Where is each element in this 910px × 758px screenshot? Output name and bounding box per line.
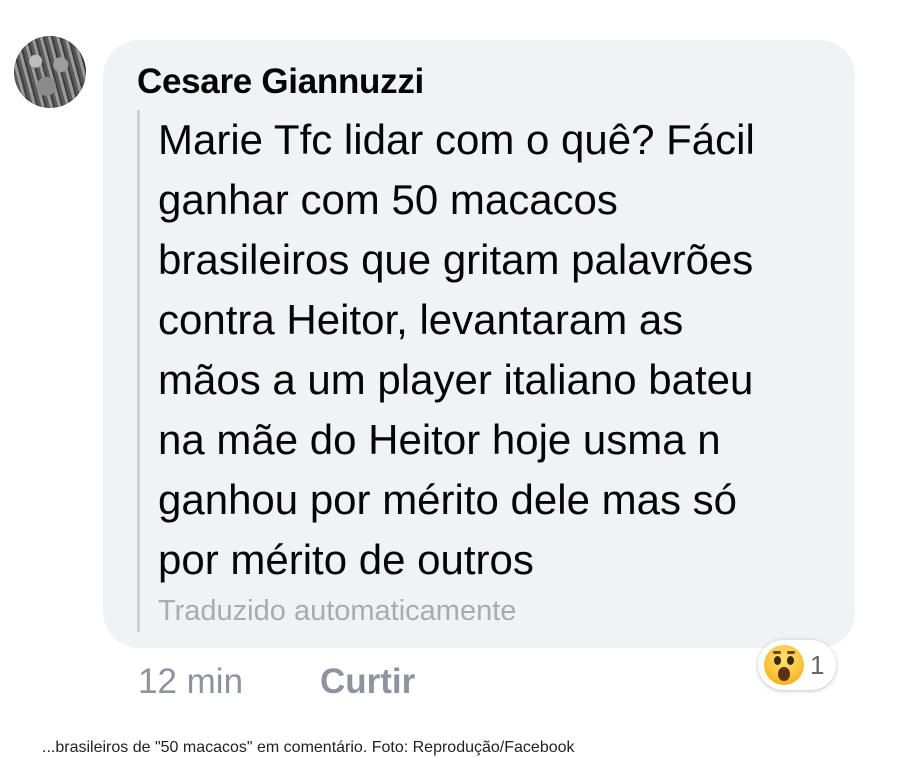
comment-author-name[interactable]: Cesare Giannuzzi [137, 60, 424, 104]
comment-line: mãos a um player italiano bateu [158, 356, 754, 403]
reaction-count: 1 [810, 650, 825, 680]
quote-bar [137, 110, 140, 632]
comment-line: na mãe do Heitor hoje usma n [158, 416, 721, 463]
comment-timestamp[interactable]: 12 min [138, 660, 243, 704]
comment-line: ganhar com 50 macacos [158, 176, 618, 223]
wow-reaction-icon [764, 645, 804, 685]
comment-line: contra Heitor, levantaram as [158, 296, 684, 343]
comment-text: Marie Tfc lidar com o quê? Fácil ganhar … [158, 110, 838, 590]
comment-line: brasileiros que gritam palavrões [158, 236, 754, 283]
like-button[interactable]: Curtir [320, 660, 415, 704]
comment-line: por mérito de outros [158, 536, 534, 583]
author-avatar[interactable] [14, 36, 86, 108]
comment-line: ganhou por mérito dele mas só [158, 476, 737, 523]
reaction-summary[interactable]: 1 [758, 640, 837, 690]
auto-translated-label[interactable]: Traduzido automaticamente [158, 591, 516, 631]
comment-line: Marie Tfc lidar com o quê? Fácil [158, 116, 755, 163]
image-caption: ...brasileiros de "50 macacos" em coment… [42, 739, 575, 756]
